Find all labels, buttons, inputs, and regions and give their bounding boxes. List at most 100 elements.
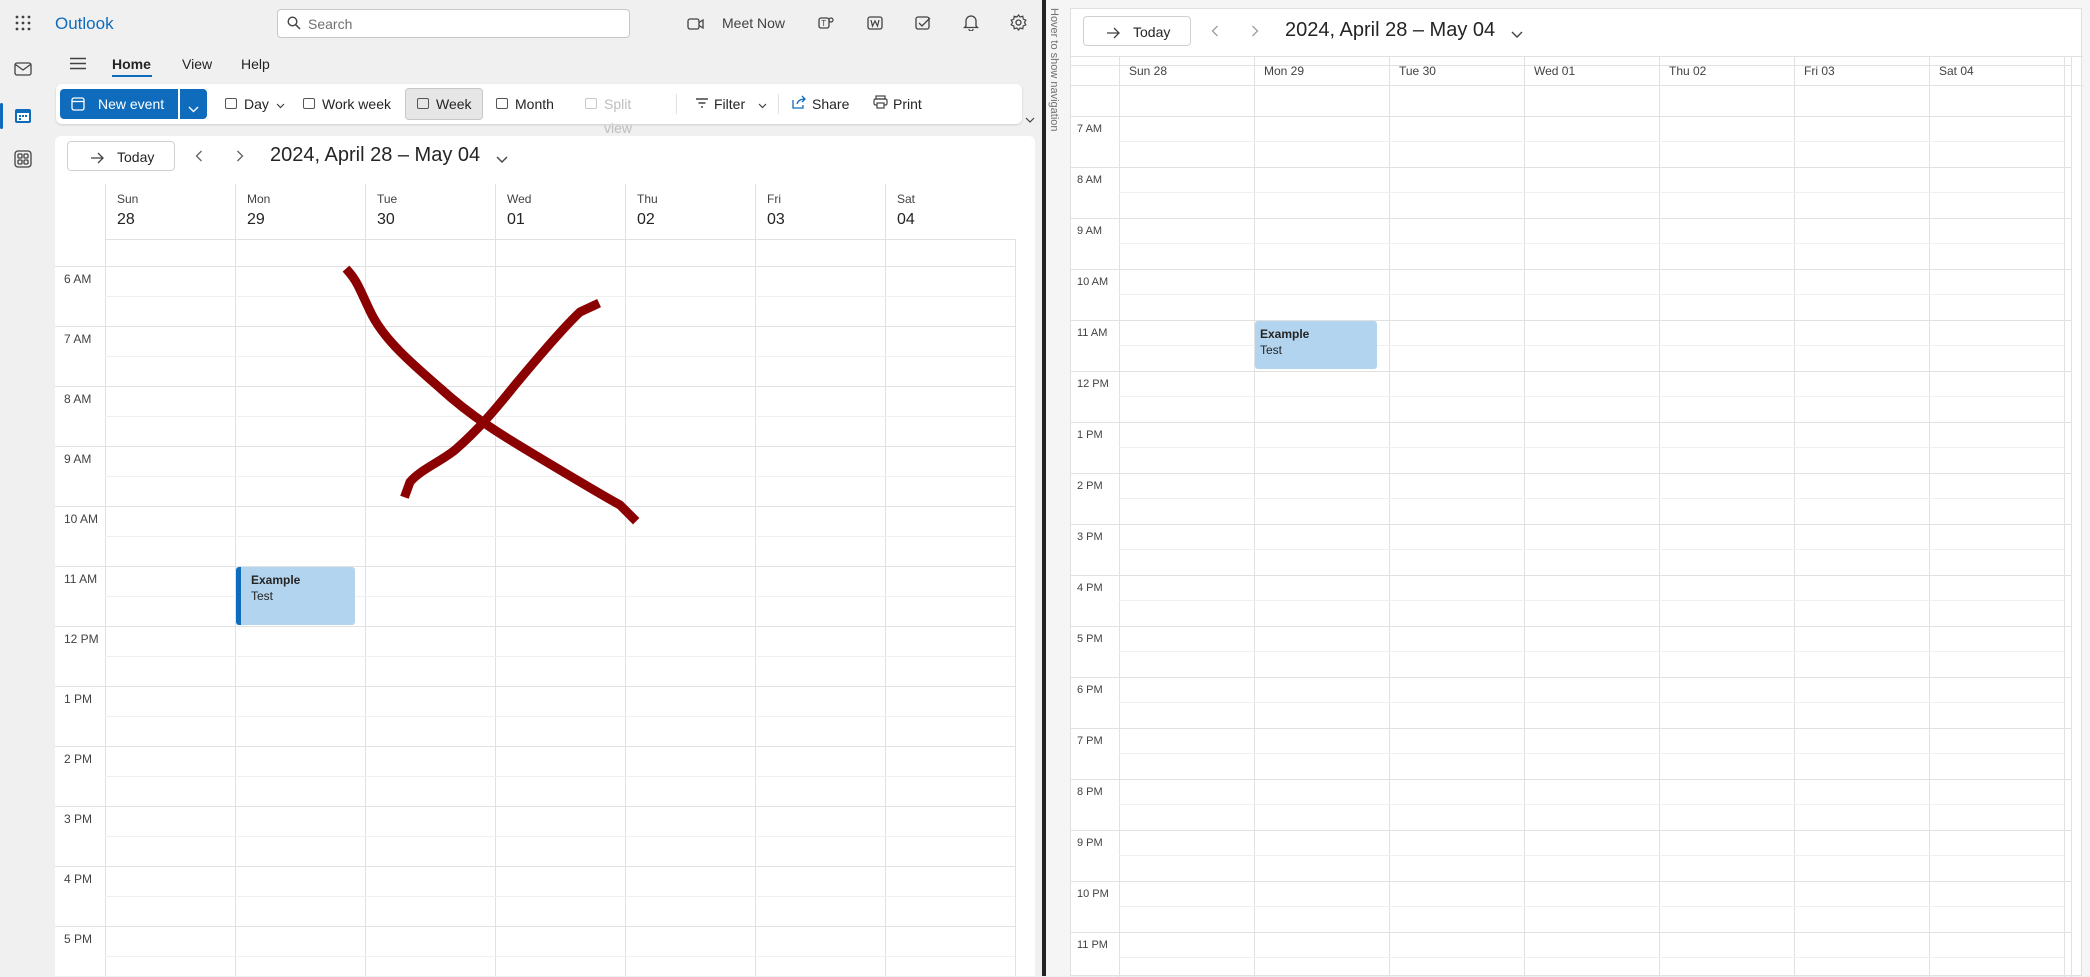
month-view-button[interactable]: Month [493, 92, 565, 116]
time-label: 3 PM [64, 812, 93, 826]
next-week-button[interactable] [1251, 24, 1259, 42]
day-name: Wed [507, 192, 532, 206]
half-hour-line [1119, 498, 2064, 499]
meet-now-label: Meet Now [722, 15, 786, 31]
chevron-down-icon[interactable] [496, 151, 508, 169]
half-hour-line [1119, 600, 2064, 601]
tab-view[interactable]: View [182, 56, 212, 72]
today-button[interactable]: Today [67, 141, 175, 171]
teams-icon[interactable]: T [818, 15, 834, 36]
time-label: 2 PM [64, 752, 93, 766]
apps-icon[interactable] [14, 150, 32, 168]
day-header[interactable]: Mon 29 [235, 184, 365, 239]
work-week-view-button[interactable]: Work week [300, 92, 398, 116]
day-header[interactable]: Sat 04 [885, 184, 1015, 239]
new-event-label: New event [98, 96, 165, 112]
time-label: 11 AM [64, 572, 98, 586]
day-view-label: Day [244, 96, 269, 112]
hour-line [55, 926, 1015, 927]
share-icon [792, 92, 807, 116]
hour-line [55, 386, 1015, 387]
time-label: 7 AM [1077, 123, 1103, 135]
today-label: Today [1133, 24, 1171, 40]
new-event-button[interactable]: New event [60, 89, 178, 119]
day-header[interactable]: Thu 02 [625, 184, 755, 239]
day-name: Sat [897, 192, 916, 206]
calendar-event[interactable]: Example Test [1255, 321, 1377, 369]
hour-line [1071, 932, 2071, 933]
day-date: 28 [117, 211, 135, 228]
day-date: 29 [247, 211, 265, 228]
search-input[interactable]: Search [308, 16, 352, 32]
date-range-title[interactable]: 2024, April 28 – May 04 [270, 144, 480, 167]
chevron-down-icon[interactable] [1511, 26, 1523, 44]
today-button[interactable]: Today [1083, 16, 1191, 46]
search-box[interactable]: Search [277, 9, 630, 38]
event-subtitle: Test [251, 589, 274, 603]
next-week-button[interactable] [236, 149, 244, 167]
time-label: 12 PM [1077, 378, 1109, 390]
filter-button[interactable]: Filter [692, 92, 768, 116]
half-hour-line [105, 956, 1015, 957]
hour-line [55, 626, 1015, 627]
chevron-down-icon [276, 92, 285, 116]
half-hour-line [105, 296, 1015, 297]
arrow-right-icon [90, 151, 104, 169]
app-rail [0, 0, 46, 976]
half-hour-line [105, 896, 1015, 897]
hamburger-menu-icon[interactable] [70, 57, 86, 75]
gear-icon[interactable] [1010, 14, 1027, 36]
printer-icon [873, 92, 888, 116]
day-view-button[interactable]: Day [222, 92, 292, 116]
day-header[interactable]: Sun 28 [105, 184, 235, 239]
time-label: 7 PM [1077, 735, 1103, 747]
half-hour-line [1119, 855, 2064, 856]
split-view-button: Split view [582, 92, 662, 136]
meet-now-button[interactable]: Meet Now [687, 14, 791, 34]
hour-line [1071, 728, 2071, 729]
grid-line [1254, 56, 1255, 977]
word-icon[interactable] [867, 15, 883, 36]
hour-line [1071, 320, 2071, 321]
grid-line [2071, 56, 2072, 977]
date-range-title[interactable]: 2024, April 28 – May 04 [1285, 19, 1495, 42]
ribbon-expand-chevron-icon[interactable] [1025, 110, 1035, 128]
tab-home[interactable]: Home [112, 56, 151, 72]
event-title: Example [1260, 327, 1310, 341]
new-event-dropdown-button[interactable] [180, 89, 207, 119]
bell-icon[interactable] [962, 14, 980, 36]
half-hour-line [1119, 141, 2064, 142]
day-header[interactable]: Tue 30 [365, 184, 495, 239]
week-view-button[interactable]: Week [414, 92, 478, 116]
calendar-nav-active-indicator [0, 103, 3, 129]
tab-help[interactable]: Help [241, 56, 270, 72]
share-label: Share [812, 96, 850, 112]
app-title[interactable]: Outlook [55, 14, 114, 34]
previous-week-button[interactable] [1211, 24, 1219, 42]
time-label: 10 AM [1077, 276, 1109, 288]
share-button[interactable]: Share [790, 92, 856, 116]
hour-line [1071, 830, 2071, 831]
day-name: Fri [767, 192, 781, 206]
day-header[interactable]: Wed 01 [495, 184, 625, 239]
hour-line [55, 266, 1015, 267]
hour-line [1071, 218, 2071, 219]
time-label: 8 AM [1077, 174, 1103, 186]
time-label: 10 AM [64, 512, 99, 526]
day-header[interactable]: Fri 03 [755, 184, 885, 239]
grid-line [1524, 56, 1525, 977]
time-label: 12 PM [64, 632, 99, 646]
calendar-event[interactable]: Example Test [236, 567, 355, 625]
my-day-icon[interactable] [915, 15, 931, 36]
grid-line [1659, 56, 1660, 977]
navigation-hint[interactable]: Hover to show navigation [1048, 8, 1060, 132]
calendar-icon[interactable] [14, 108, 32, 124]
half-hour-line [1119, 957, 2064, 958]
mail-icon[interactable] [14, 62, 32, 76]
top-bar: Outlook Search Meet Now T [0, 0, 1042, 48]
time-label: 6 AM [64, 272, 92, 286]
previous-week-button[interactable] [195, 149, 203, 167]
day-view-icon [225, 98, 237, 109]
chevron-down-icon [758, 92, 767, 116]
print-button[interactable]: Print [871, 92, 931, 116]
